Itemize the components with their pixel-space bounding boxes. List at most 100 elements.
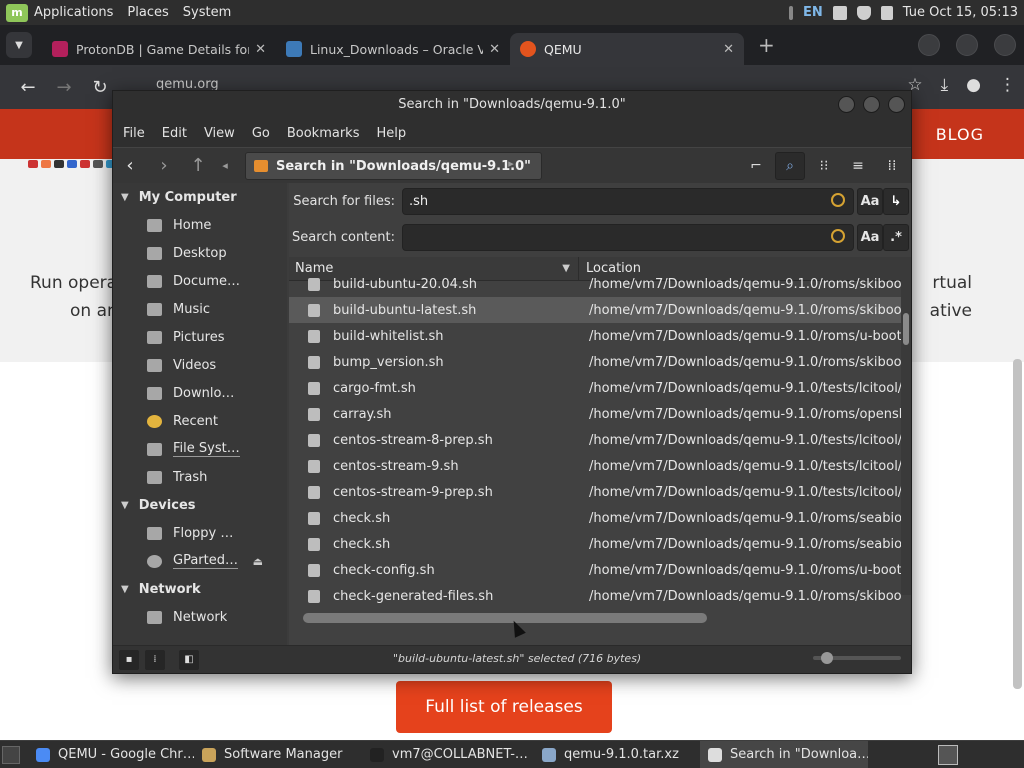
keyboard-layout[interactable]: EN (803, 5, 823, 20)
eject-icon[interactable]: ⏏ (253, 555, 263, 568)
case-sensitive-toggle[interactable]: Aa (857, 224, 883, 251)
close-button[interactable] (888, 96, 905, 113)
sidebar-section-network[interactable]: ▼ Network (113, 575, 287, 603)
horizontal-scrollbar[interactable] (289, 609, 901, 623)
nav-blog-link[interactable]: BLOG (936, 125, 984, 144)
search-toggle-icon[interactable]: ⌕ (775, 152, 805, 180)
sidebar-item-documents[interactable]: Docume… (113, 267, 287, 295)
tab-close-icon[interactable]: ✕ (723, 42, 734, 57)
sidebar-item-home[interactable]: Home (113, 211, 287, 239)
kebab-menu-icon[interactable]: ⋮ (999, 75, 1016, 95)
table-row[interactable]: centos-stream-9-prep.sh/home/vm7/Downloa… (289, 479, 901, 505)
back-arrow-icon[interactable]: ‹ (113, 155, 147, 176)
zoom-slider[interactable] (813, 652, 901, 664)
back-arrow-icon[interactable]: ← (10, 77, 46, 98)
recursive-toggle-icon[interactable]: ↳ (883, 188, 909, 215)
breadcrumb[interactable]: Search in "Downloads/qemu-9.1.0" (245, 152, 542, 180)
full-releases-button[interactable]: Full list of releases (396, 681, 612, 733)
scrollbar-thumb[interactable] (303, 613, 707, 623)
collapse-triangle-icon[interactable]: ▼ (121, 584, 129, 595)
menu-file[interactable]: File (123, 126, 145, 141)
forward-arrow-icon[interactable]: › (147, 155, 181, 176)
sidebar-section-my-computer[interactable]: ▼ My Computer (113, 183, 287, 211)
sidebar-item-pictures[interactable]: Pictures (113, 323, 287, 351)
icon-view-icon[interactable]: ⁝⁝ (809, 152, 839, 180)
page-scrollbar[interactable] (1013, 359, 1022, 689)
minimize-button[interactable] (838, 96, 855, 113)
vertical-scrollbar[interactable] (901, 257, 911, 595)
maximize-button[interactable] (956, 34, 978, 56)
sidebar-item-music[interactable]: Music (113, 295, 287, 323)
case-sensitive-toggle[interactable]: Aa (857, 188, 883, 215)
menu-system[interactable]: System (183, 5, 241, 20)
table-row[interactable]: build-whitelist.sh/home/vm7/Downloads/qe… (289, 323, 901, 349)
sidebar-item-videos[interactable]: Videos (113, 351, 287, 379)
table-row[interactable]: bump_version.sh/home/vm7/Downloads/qemu-… (289, 349, 901, 375)
breadcrumb-right-icon[interactable]: ▸ (501, 157, 521, 170)
download-icon[interactable]: ⤓ (941, 75, 949, 95)
forward-arrow-icon[interactable]: → (46, 77, 82, 98)
sidebar-item-floppy[interactable]: Floppy … (113, 519, 287, 547)
menu-bookmarks[interactable]: Bookmarks (287, 126, 360, 141)
table-row[interactable]: check-generated-files.sh/home/vm7/Downlo… (289, 583, 901, 609)
table-row[interactable]: carray.sh/home/vm7/Downloads/qemu-9.1.0/… (289, 401, 901, 427)
minimize-button[interactable] (918, 34, 940, 56)
show-desktop-button[interactable] (2, 745, 20, 764)
menu-go[interactable]: Go (252, 126, 270, 141)
tree-toggle-icon[interactable]: ⁞ (145, 649, 165, 670)
list-view-icon[interactable]: ≡ (843, 152, 873, 180)
sidebar-item-downloads[interactable]: Downlo… (113, 379, 287, 407)
close-button[interactable] (994, 34, 1016, 56)
sidebar-item-desktop[interactable]: Desktop (113, 239, 287, 267)
tab-linux-downloads[interactable]: Linux_Downloads – Oracle V ✕ (276, 33, 510, 65)
new-tab-button[interactable]: + (758, 33, 775, 57)
table-row[interactable]: cargo-fmt.sh/home/vm7/Downloads/qemu-9.1… (289, 375, 901, 401)
menu-places[interactable]: Places (127, 5, 178, 20)
toggle-location-icon[interactable]: ⌐ (741, 152, 771, 180)
sidebar-item-file-system[interactable]: File Syst… (113, 435, 287, 463)
mint-menu-icon[interactable]: m (6, 3, 28, 22)
up-arrow-icon[interactable]: ↑ (181, 155, 215, 176)
workspace-switcher[interactable] (938, 745, 958, 765)
shield-icon[interactable] (856, 5, 871, 20)
table-row[interactable]: build-ubuntu-20.04.sh/home/vm7/Downloads… (289, 271, 901, 297)
tab-close-icon[interactable]: ✕ (255, 42, 266, 57)
hide-sidebar-icon[interactable]: ◧ (179, 649, 199, 670)
search-content-input[interactable] (402, 224, 854, 251)
regex-toggle[interactable]: .* (883, 224, 909, 251)
window-titlebar[interactable]: Search in "Downloads/qemu-9.1.0" (113, 91, 911, 119)
sidebar-item-trash[interactable]: Trash (113, 463, 287, 491)
search-files-input[interactable]: .sh (402, 188, 854, 215)
sidebar-item-gparted[interactable]: GParted… ⏏ (113, 547, 287, 575)
sidebar-item-network[interactable]: Network (113, 603, 287, 631)
taskbar-item[interactable]: Software Manager (194, 741, 362, 768)
table-row[interactable]: check-config.sh/home/vm7/Downloads/qemu-… (289, 557, 901, 583)
collapse-triangle-icon[interactable]: ▼ (121, 500, 129, 511)
table-row[interactable]: build-ubuntu-latest.sh/home/vm7/Download… (289, 297, 901, 323)
compact-view-icon[interactable]: ⁞⁞ (877, 152, 907, 180)
breadcrumb-left-icon[interactable]: ◂ (215, 159, 235, 172)
maximize-button[interactable] (863, 96, 880, 113)
taskbar-item[interactable]: vm7@COLLABNET-… (362, 741, 534, 768)
table-row[interactable]: check.sh/home/vm7/Downloads/qemu-9.1.0/r… (289, 505, 901, 531)
menu-help[interactable]: Help (376, 126, 406, 141)
tab-close-icon[interactable]: ✕ (489, 42, 500, 57)
network-icon[interactable] (832, 5, 847, 20)
collapse-triangle-icon[interactable]: ▼ (121, 192, 129, 203)
table-row[interactable]: centos-stream-9.sh/home/vm7/Downloads/qe… (289, 453, 901, 479)
sidebar-item-recent[interactable]: Recent (113, 407, 287, 435)
taskbar-item[interactable]: Search in "Downloa… (700, 740, 868, 768)
tab-protondb[interactable]: ProtonDB | Game Details for ✕ (42, 33, 276, 65)
table-row[interactable]: check.sh/home/vm7/Downloads/qemu-9.1.0/r… (289, 531, 901, 557)
taskbar-item[interactable]: QEMU - Google Chr… (28, 741, 194, 768)
menu-view[interactable]: View (204, 126, 235, 141)
taskbar-item[interactable]: qemu-9.1.0.tar.xz (534, 741, 700, 768)
update-icon[interactable] (789, 5, 794, 20)
table-row[interactable]: centos-stream-8-prep.sh/home/vm7/Downloa… (289, 427, 901, 453)
volume-icon[interactable] (880, 5, 893, 20)
scrollbar-thumb[interactable] (903, 313, 909, 345)
places-toggle-icon[interactable]: ▪ (119, 649, 139, 670)
tab-search-button[interactable]: ▼ (6, 32, 32, 58)
clock[interactable]: Tue Oct 15, 05:13 (903, 5, 1018, 20)
menu-edit[interactable]: Edit (162, 126, 187, 141)
